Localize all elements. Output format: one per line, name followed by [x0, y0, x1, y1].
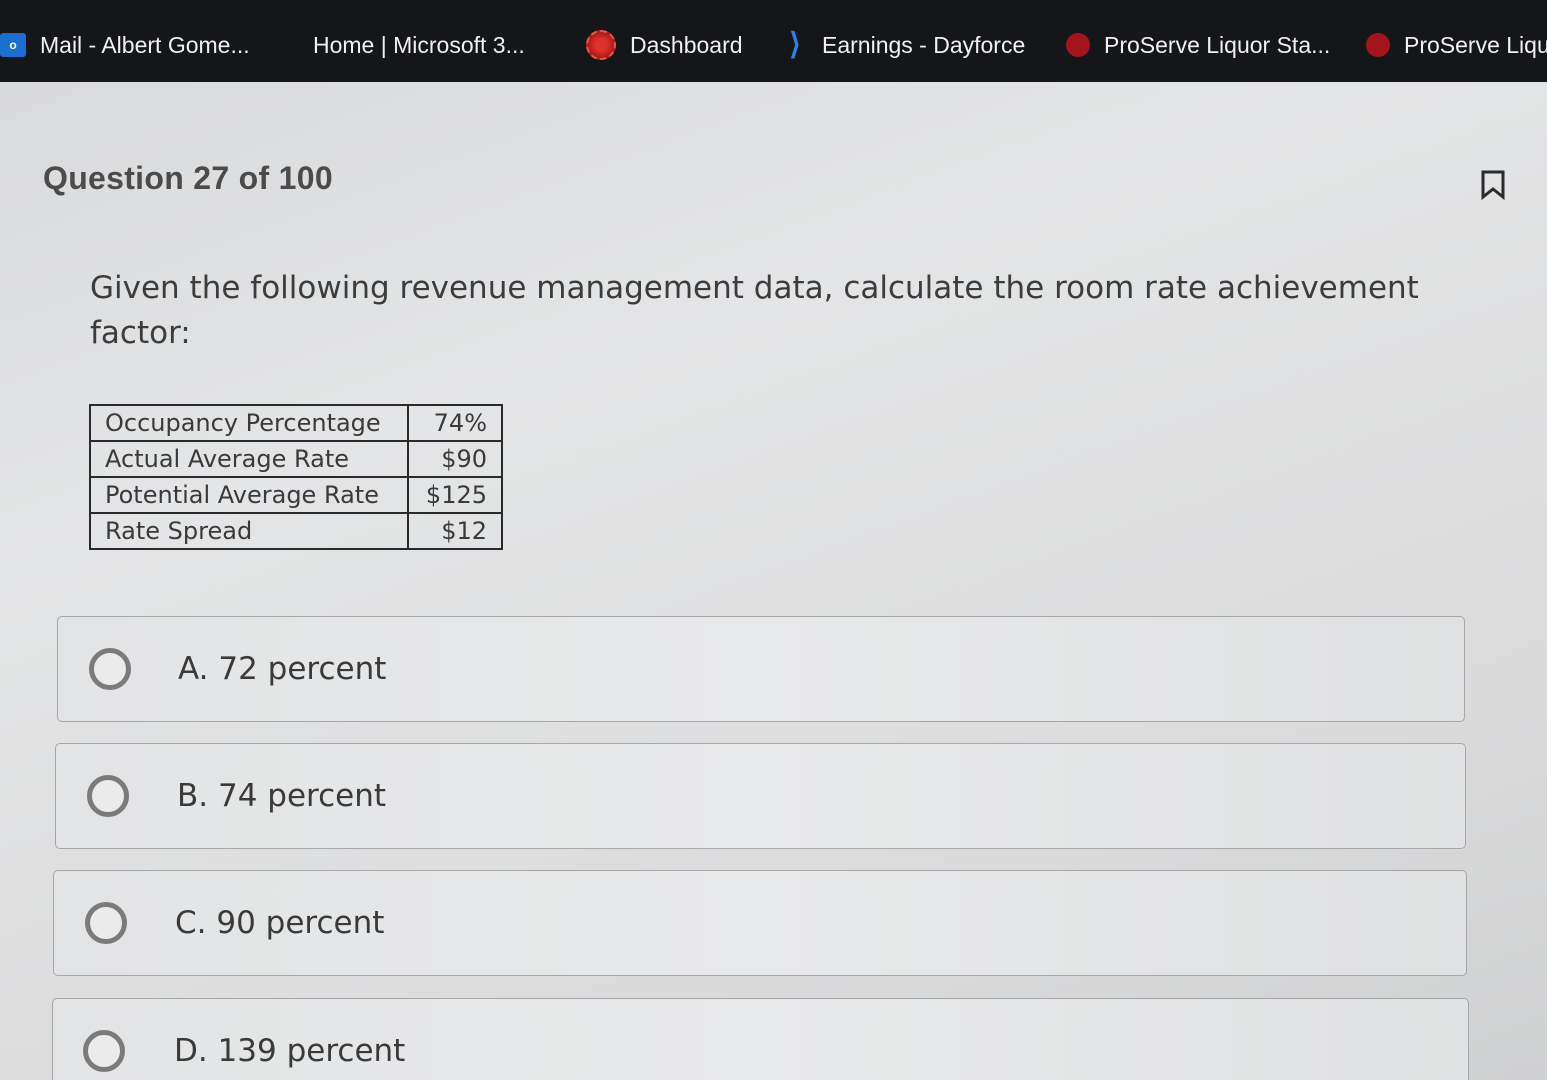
bookmark-label: Earnings - Dayforce [822, 31, 1026, 58]
bookmarks-bar: o Mail - Albert Gome... Home | Microsoft… [0, 0, 1547, 82]
answer-option-label: B. 74 percent [177, 778, 387, 814]
proserve-icon [1066, 33, 1090, 57]
table-cell-label: Potential Average Rate [89, 476, 409, 514]
question-prompt: Given the following revenue management d… [90, 270, 1419, 351]
bookmark-microsoft-home[interactable]: Home | Microsoft 3... [290, 28, 525, 62]
bookmark-earnings-dayforce[interactable]: ⟩ Earnings - Dayforce [782, 28, 1025, 62]
answer-option-label: A. 72 percent [178, 651, 387, 687]
table-cell-value: $125 [407, 476, 503, 514]
answer-option-label: D. 139 percent [174, 1033, 406, 1069]
table-row: Potential Average Rate $125 [89, 476, 503, 514]
answer-option-a[interactable]: A. 72 percent [57, 616, 1465, 722]
table-row: Actual Average Rate $90 [89, 440, 503, 478]
bookmark-dashboard[interactable]: Dashboard [586, 28, 743, 62]
answer-option-label: C. 90 percent [175, 905, 385, 941]
dashboard-icon [586, 30, 616, 60]
table-row: Occupancy Percentage 74% [89, 404, 503, 442]
table-cell-value: $12 [407, 512, 503, 550]
proserve-icon [1366, 33, 1390, 57]
table-cell-value: 74% [407, 404, 503, 442]
radio-button-icon[interactable] [85, 902, 127, 944]
radio-button-icon[interactable] [83, 1030, 125, 1072]
table-row: Rate Spread $12 [89, 512, 503, 550]
bookmark-label: ProServe Liquor Sta... [1104, 31, 1331, 58]
answer-option-d[interactable]: D. 139 percent [52, 998, 1469, 1080]
bookmark-proserve-1[interactable]: ProServe Liquor Sta... [1066, 28, 1330, 62]
bookmark-label: ProServe Liqu [1404, 31, 1547, 58]
radio-button-icon[interactable] [89, 648, 131, 690]
bookmark-label: Dashboard [630, 31, 743, 58]
bookmark-proserve-2[interactable]: ProServe Liqu [1366, 28, 1547, 62]
table-cell-label: Occupancy Percentage [89, 404, 409, 442]
table-cell-label: Actual Average Rate [89, 440, 409, 478]
bookmark-label: Home | Microsoft 3... [313, 31, 525, 58]
bookmark-flag-icon[interactable] [1480, 170, 1506, 200]
bookmark-mail[interactable]: o Mail - Albert Gome... [0, 28, 250, 62]
revenue-data-table: Occupancy Percentage 74% Actual Average … [89, 404, 503, 550]
table-cell-label: Rate Spread [89, 512, 409, 550]
radio-button-icon[interactable] [87, 775, 129, 817]
answer-option-b[interactable]: B. 74 percent [55, 743, 1466, 849]
question-number: Question 27 of 100 [43, 160, 333, 196]
dayforce-icon: ⟩ [789, 28, 801, 61]
outlook-icon: o [0, 33, 26, 57]
answer-option-c[interactable]: C. 90 percent [53, 870, 1467, 976]
table-cell-value: $90 [407, 440, 503, 478]
bookmark-label: Mail - Albert Gome... [40, 31, 250, 58]
